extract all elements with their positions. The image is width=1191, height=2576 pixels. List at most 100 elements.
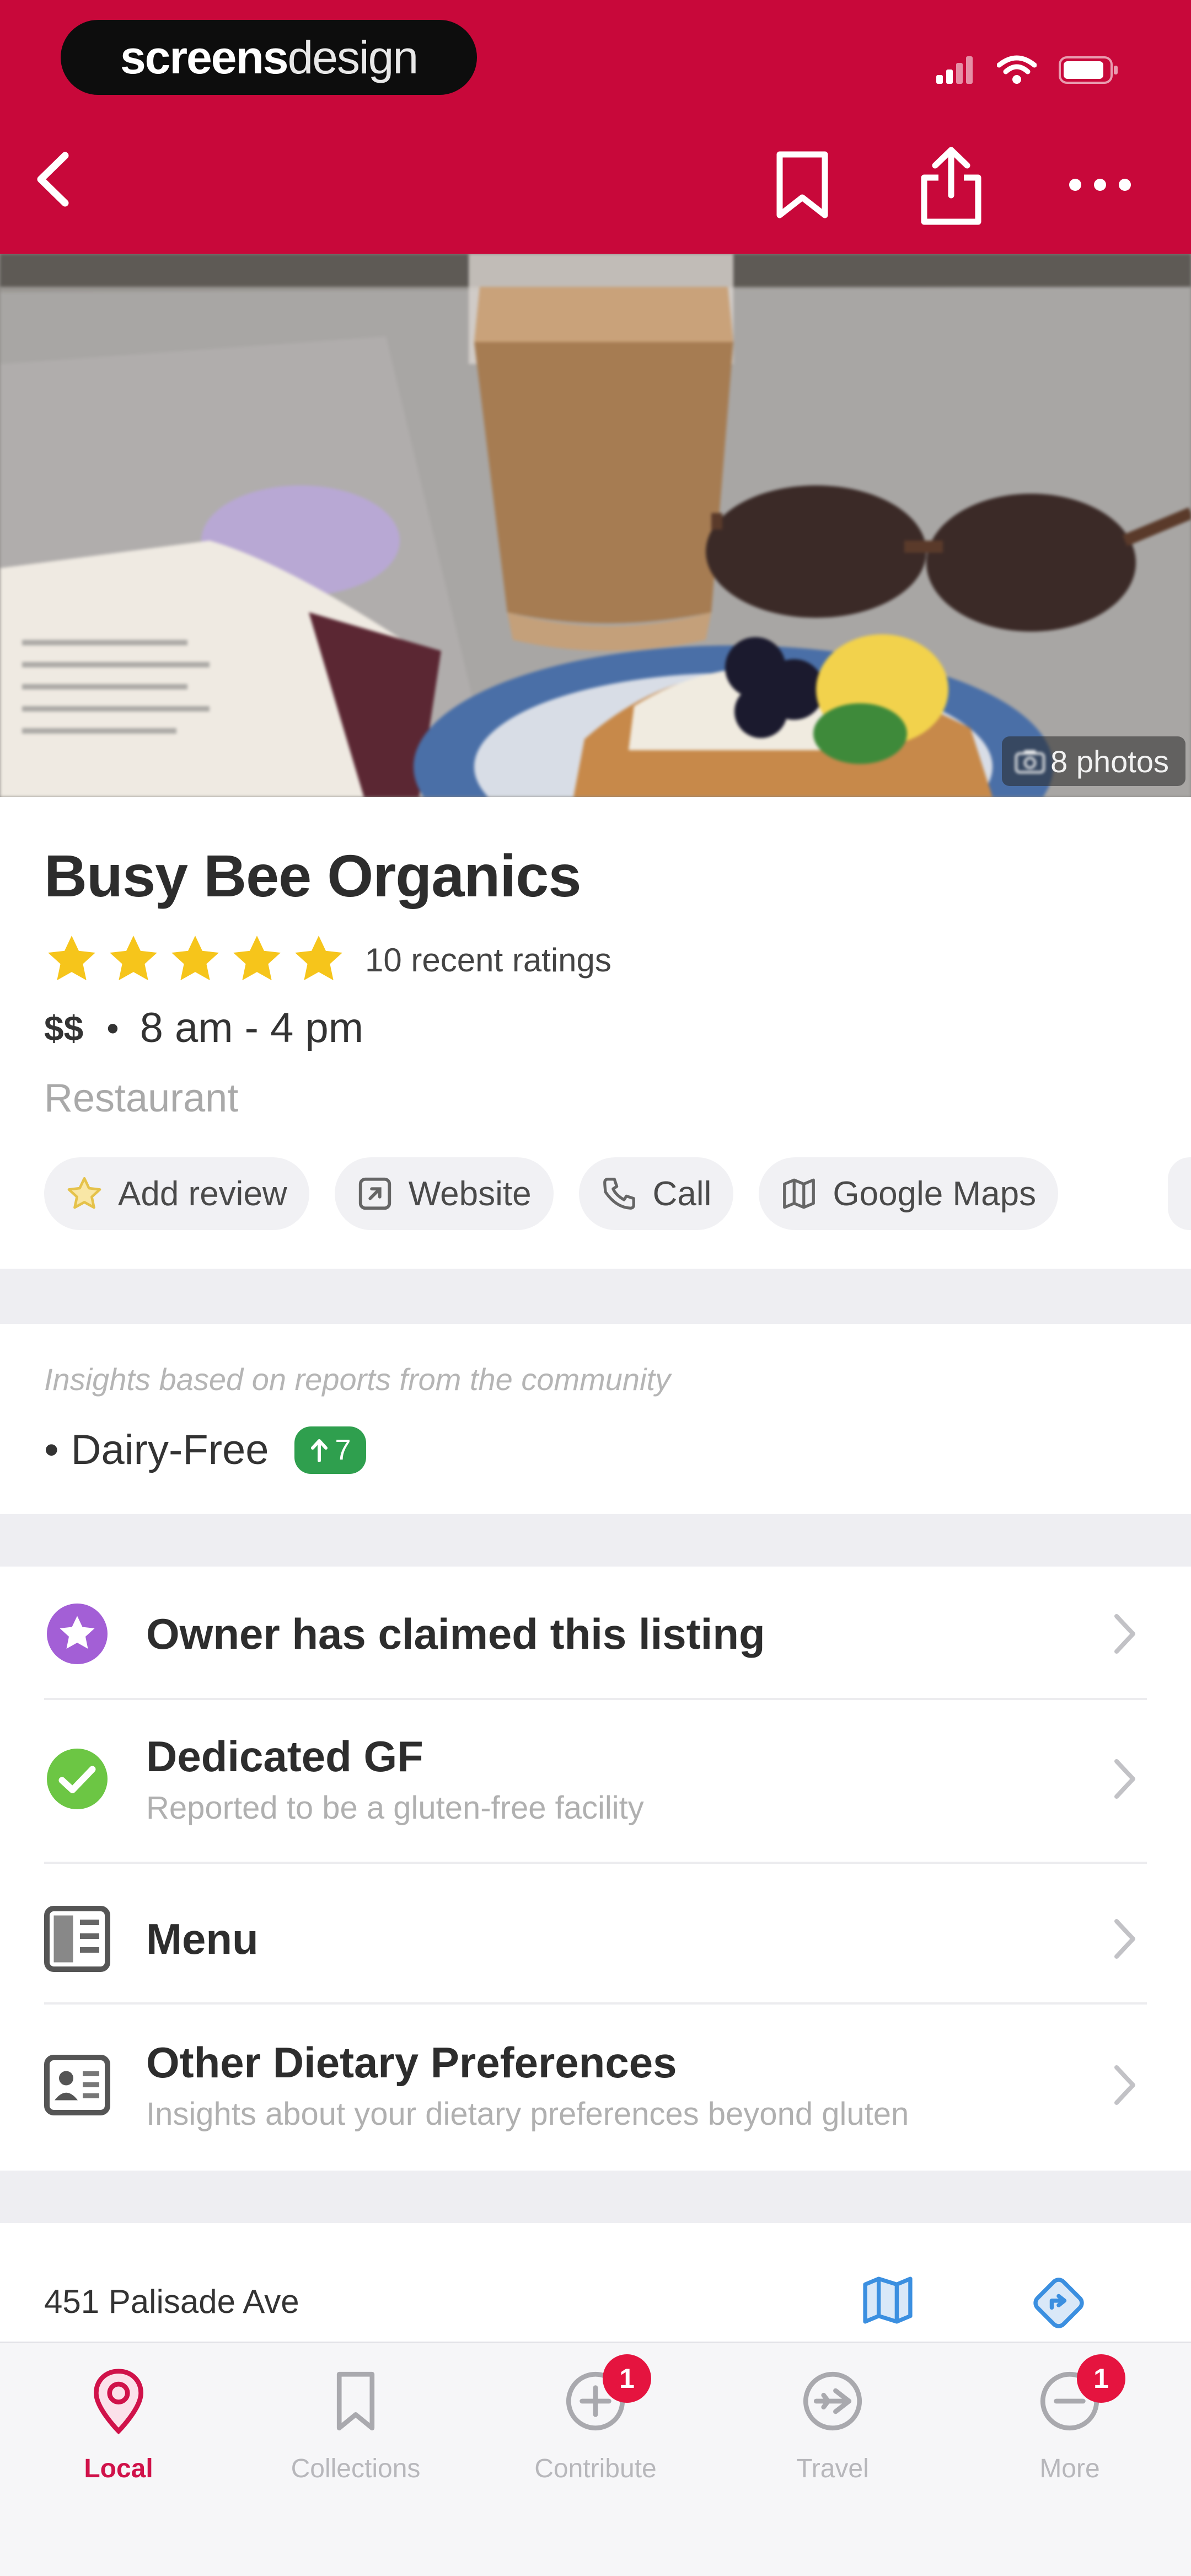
tab-label: Collections — [291, 2454, 421, 2483]
add-review-button[interactable]: Add review — [44, 1157, 309, 1230]
list-item-other-dietary[interactable]: Other Dietary Preferences Insights about… — [0, 2016, 1191, 2154]
brand-part2: design — [287, 31, 419, 83]
list-divider — [44, 1862, 1147, 1864]
call-button[interactable]: Call — [578, 1157, 734, 1230]
separator-dot: • — [106, 1008, 119, 1048]
more-options-button[interactable] — [1067, 177, 1133, 193]
notification-badge: 1 — [603, 2354, 651, 2403]
list-item-subtitle: Insights about your dietary preferences … — [146, 2096, 909, 2132]
back-button[interactable] — [28, 149, 83, 210]
opening-hours: 8 am - 4 pm — [140, 1004, 364, 1051]
insight-label: Dairy-Free — [71, 1426, 269, 1473]
chevron-right-icon — [1114, 1759, 1135, 1799]
star-icon — [295, 936, 342, 981]
tab-label: Contribute — [534, 2454, 657, 2483]
verified-badge-icon — [41, 1598, 113, 1670]
tab-label: Travel — [796, 2454, 869, 2483]
tab-more[interactable]: 1 More — [959, 2354, 1180, 2484]
star-icon — [110, 936, 157, 981]
list-item-owner-claimed[interactable]: Owner has claimed this listing — [0, 1579, 1191, 1689]
brand-part1: screens — [120, 31, 289, 83]
tab-label: Local — [84, 2454, 153, 2483]
star-icon — [171, 936, 219, 981]
top-header: screens design — [0, 0, 1191, 254]
navigate-directions-icon[interactable] — [1031, 2275, 1086, 2331]
bottom-tab-bar: Local Collections 1 Contribute Travel 1 … — [0, 2342, 1191, 2576]
action-chips: Add review Website Call Google Maps — [44, 1157, 1059, 1230]
tab-travel[interactable]: Travel — [722, 2365, 943, 2484]
star-outline-icon — [67, 1177, 101, 1209]
minus-circle-icon: 1 — [1034, 2354, 1125, 2437]
list-divider — [44, 2002, 1147, 2005]
battery-icon — [1059, 56, 1118, 84]
share-button[interactable] — [915, 145, 987, 227]
google-maps-button[interactable]: Google Maps — [759, 1157, 1059, 1230]
notification-badge: 1 — [1077, 2354, 1125, 2403]
plane-circle-icon — [797, 2365, 868, 2437]
photos-count-label: 8 photos — [1050, 744, 1169, 779]
list-item-dedicated-gf[interactable]: Dedicated GF Reported to be a gluten-fre… — [0, 1710, 1191, 1848]
list-item-title: Dedicated GF — [146, 1732, 423, 1781]
tab-contribute[interactable]: 1 Contribute — [485, 2354, 706, 2484]
menu-book-icon — [41, 1903, 113, 1975]
list-item-texts: Other Dietary Preferences Insights about… — [146, 2038, 909, 2133]
cellular-signal-icon — [936, 56, 973, 84]
tab-local[interactable]: Local — [8, 2365, 229, 2484]
list-item-texts: Dedicated GF Reported to be a gluten-fre… — [146, 1731, 644, 1826]
external-link-icon — [358, 1177, 391, 1210]
id-card-icon — [41, 2049, 113, 2121]
arrow-up-icon — [310, 1439, 328, 1462]
chevron-right-icon — [1114, 2065, 1135, 2105]
chevron-right-icon — [1114, 1614, 1135, 1654]
list-item-title: Other Dietary Preferences — [146, 2038, 677, 2087]
google-maps-label: Google Maps — [833, 1174, 1037, 1213]
list-item-title: Menu — [146, 1914, 259, 1963]
list-item-title: Owner has claimed this listing — [146, 1609, 765, 1658]
bookmark-button[interactable] — [772, 149, 833, 221]
tab-collections[interactable]: Collections — [245, 2365, 466, 2484]
map-directions-icon[interactable] — [860, 2275, 915, 2325]
section-separator — [0, 2171, 1191, 2223]
website-label: Website — [408, 1174, 532, 1213]
list-item-texts: Menu — [146, 1914, 259, 1964]
plus-circle-icon: 1 — [560, 2354, 651, 2437]
more-actions-chip[interactable] — [1168, 1157, 1191, 1230]
rating-row[interactable]: 10 recent ratings — [44, 929, 611, 990]
section-separator — [0, 1514, 1191, 1567]
star-icon — [233, 936, 281, 981]
add-review-label: Add review — [118, 1174, 287, 1213]
place-category: Restaurant — [44, 1076, 239, 1120]
hero-photo[interactable]: 8 photos — [0, 254, 1191, 797]
phone-icon — [603, 1178, 635, 1210]
price-hours-row: $$ • 8 am - 4 pm — [44, 1004, 363, 1052]
insight-dairy-free[interactable]: • Dairy-Free 7 — [44, 1426, 367, 1474]
ratings-count: 10 recent ratings — [365, 941, 611, 979]
upvote-badge[interactable]: 7 — [294, 1426, 367, 1474]
photo-illustration — [0, 254, 1191, 797]
check-circle-icon — [41, 1743, 113, 1815]
list-divider — [44, 1698, 1147, 1700]
camera-icon — [1015, 750, 1045, 773]
chevron-right-icon — [1114, 1919, 1135, 1959]
bookmark-icon — [320, 2365, 391, 2437]
list-item-subtitle: Reported to be a gluten-free facility — [146, 1790, 644, 1826]
star-icon — [48, 936, 95, 981]
price-level: $$ — [44, 1008, 84, 1048]
bullet: • — [44, 1426, 59, 1473]
status-bar-icons — [936, 51, 1119, 89]
upvote-count: 7 — [335, 1434, 351, 1466]
call-label: Call — [652, 1174, 712, 1213]
list-item-menu[interactable]: Menu — [0, 1875, 1191, 2002]
address-line[interactable]: 451 Palisade Ave — [44, 2283, 299, 2321]
website-button[interactable]: Website — [334, 1157, 554, 1230]
location-pin-icon — [83, 2365, 154, 2437]
place-title: Busy Bee Organics — [44, 842, 581, 909]
list-item-texts: Owner has claimed this listing — [146, 1609, 765, 1659]
tab-label: More — [1039, 2454, 1100, 2483]
photos-count-badge[interactable]: 8 photos — [1002, 736, 1185, 786]
section-separator — [0, 1269, 1191, 1324]
brand-logo: screens design — [61, 20, 477, 95]
map-icon — [783, 1178, 816, 1209]
insights-caption: Insights based on reports from the commu… — [44, 1362, 671, 1397]
wifi-icon — [997, 55, 1037, 84]
